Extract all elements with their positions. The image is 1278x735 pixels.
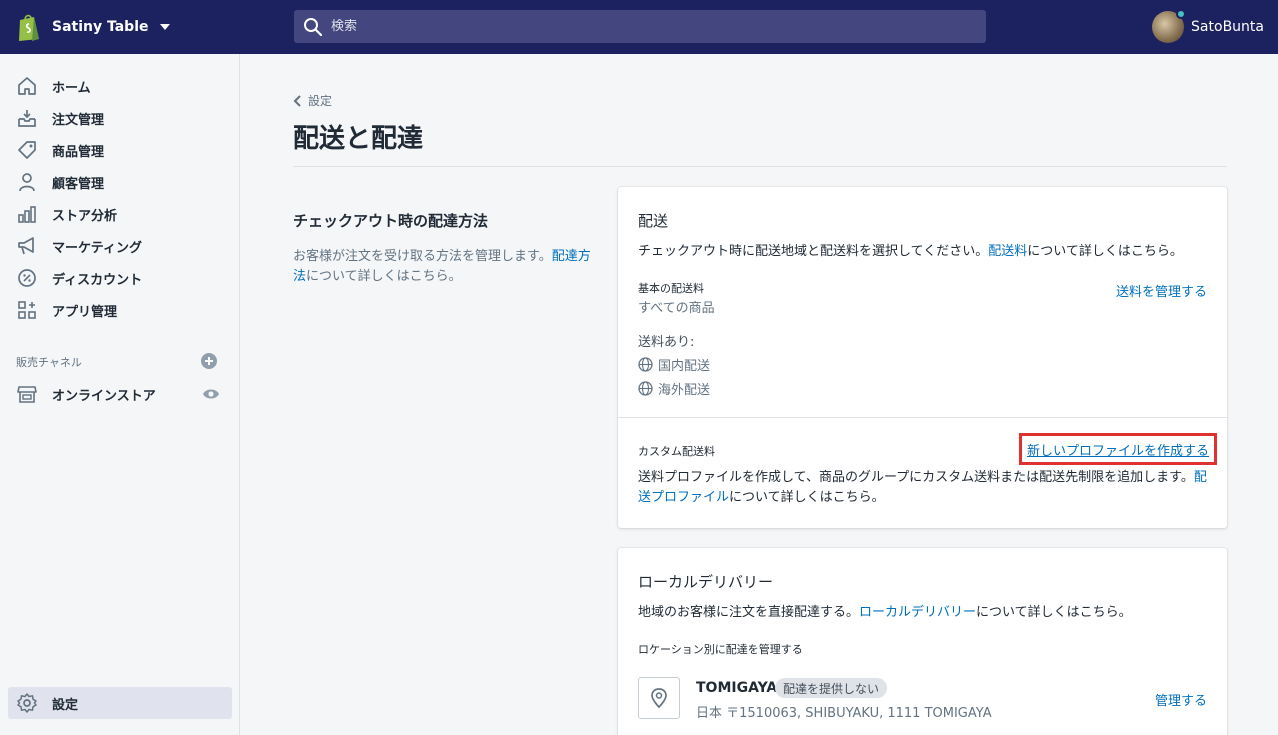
section-description: お客様が注文を受け取る方法を管理します。配達方法について詳しくはこちら。 bbox=[293, 247, 593, 287]
gear-icon bbox=[17, 693, 37, 713]
sidebar-item-online-store[interactable]: オンラインストア bbox=[8, 378, 232, 410]
sidebar-item-orders[interactable]: 注文管理 bbox=[8, 102, 232, 134]
avatar bbox=[1152, 8, 1187, 43]
sidebar-item-label: 注文管理 bbox=[52, 112, 105, 128]
local-desc-text: 地域のお客様に注文を直接配達する。 bbox=[638, 605, 860, 620]
store-name: Satiny Table bbox=[52, 19, 149, 35]
local-delivery-link[interactable]: ローカルデリバリー bbox=[859, 605, 976, 620]
person-icon bbox=[19, 173, 35, 192]
sidebar-item-discounts[interactable]: ディスカウント bbox=[8, 262, 232, 294]
sidebar-item-home[interactable]: ホーム bbox=[8, 70, 232, 102]
card-section-divider bbox=[618, 417, 1227, 418]
shipping-desc-suffix: について詳しくはこちら。 bbox=[1027, 244, 1183, 259]
online-status-dot bbox=[1176, 8, 1187, 19]
sidebar-item-label: オンラインストア bbox=[52, 388, 156, 404]
rate-domestic-label: 国内配送 bbox=[658, 359, 711, 374]
shipping-card: 配送 チェックアウト時に配送地域と配送料を選択してください。配送料について詳しく… bbox=[618, 187, 1227, 528]
shipping-card-description: チェックアウト時に配送地域と配送料を選択してください。配送料について詳しくはこち… bbox=[638, 240, 1183, 259]
location-address: 日本 〒1510063, SHIBUYAKU, 1111 TOMIGAYA bbox=[696, 706, 992, 721]
status-badge: 配達を提供しない bbox=[775, 678, 888, 698]
general-rates-subtitle: すべての商品 bbox=[638, 301, 715, 316]
create-profile-link[interactable]: 新しいプロファイルを作成する bbox=[1019, 433, 1217, 465]
header-divider bbox=[293, 166, 1227, 167]
discount-icon bbox=[18, 269, 36, 287]
page-title: 配送と配達 bbox=[293, 124, 424, 154]
search-bar[interactable] bbox=[294, 10, 986, 43]
shopify-logo-icon bbox=[19, 14, 39, 41]
by-location-title: ロケーション別に配達を管理する bbox=[638, 643, 803, 656]
custom-desc-suffix: について詳しくはこちら。 bbox=[729, 490, 885, 505]
add-channel-plus-icon[interactable] bbox=[200, 352, 218, 370]
home-icon bbox=[18, 77, 36, 95]
custom-rates-description: 送料プロファイルを作成して、商品のグループにカスタム送料または配送先制限を追加し… bbox=[638, 468, 1208, 508]
section-description-text: お客様が注文を受け取る方法を管理します。 bbox=[293, 249, 552, 264]
rate-international: 海外配送 bbox=[638, 379, 710, 398]
rates-label: 送料あり: bbox=[638, 335, 695, 350]
shipping-rates-link[interactable]: 配送料 bbox=[988, 244, 1027, 259]
custom-rates-title: カスタム配送料 bbox=[638, 445, 715, 458]
store-icon bbox=[17, 386, 37, 403]
sidebar-item-customers[interactable]: 顧客管理 bbox=[8, 166, 232, 198]
megaphone-icon bbox=[18, 237, 34, 255]
chart-icon bbox=[18, 206, 36, 223]
sidebar-item-label: 設定 bbox=[52, 697, 79, 713]
sidebar-item-label: ディスカウント bbox=[52, 272, 143, 288]
section-title: チェックアウト時の配達方法 bbox=[293, 212, 489, 230]
globe-icon bbox=[638, 381, 653, 396]
location-pin-icon bbox=[651, 688, 667, 709]
sidebar-item-label: 顧客管理 bbox=[52, 176, 105, 192]
local-delivery-title: ローカルデリバリー bbox=[638, 573, 774, 591]
search-input[interactable] bbox=[331, 19, 931, 34]
shipping-desc-text: チェックアウト時に配送地域と配送料を選択してください。 bbox=[638, 244, 989, 259]
location-thumbnail bbox=[638, 677, 680, 719]
sidebar-item-apps[interactable]: アプリ管理 bbox=[8, 294, 232, 326]
chevron-down-icon bbox=[159, 24, 170, 30]
sidebar-item-label: アプリ管理 bbox=[52, 304, 118, 320]
search-icon bbox=[304, 17, 323, 36]
custom-desc-text: 送料プロファイルを作成して、商品のグループにカスタム送料または配送先制限を追加し… bbox=[638, 470, 1194, 485]
sidebar: ホーム 注文管理 商品管理 顧客管理 ストア分析 マーケティング ディスカウント… bbox=[0, 54, 240, 735]
sidebar-item-label: ホーム bbox=[52, 80, 91, 96]
rate-international-label: 海外配送 bbox=[658, 383, 711, 398]
sidebar-item-label: ストア分析 bbox=[52, 208, 118, 224]
sidebar-item-products[interactable]: 商品管理 bbox=[8, 134, 232, 166]
sidebar-item-label: マーケティング bbox=[52, 240, 142, 256]
sidebar-item-settings[interactable]: 設定 bbox=[8, 687, 232, 719]
shipping-card-title: 配送 bbox=[638, 212, 669, 230]
sidebar-item-analytics[interactable]: ストア分析 bbox=[8, 198, 232, 230]
chevron-left-icon bbox=[293, 94, 301, 107]
orders-icon bbox=[18, 110, 36, 127]
apps-icon bbox=[18, 301, 36, 319]
local-delivery-card: ローカルデリバリー 地域のお客様に注文を直接配達する。ローカルデリバリーについて… bbox=[618, 548, 1227, 735]
manage-location-link[interactable]: 管理する bbox=[1155, 690, 1207, 709]
globe-icon bbox=[638, 357, 653, 372]
section-description-suffix: について詳しくはこちら。 bbox=[306, 269, 462, 284]
top-bar: Satiny Table SatoBunta bbox=[0, 0, 1278, 54]
eye-icon[interactable] bbox=[202, 385, 220, 403]
location-name: TOMIGAYA bbox=[696, 680, 778, 696]
manage-rates-link[interactable]: 送料を管理する bbox=[1116, 281, 1207, 300]
general-rates-title: 基本の配送料 bbox=[638, 282, 704, 295]
user-name: SatoBunta bbox=[1191, 18, 1264, 35]
create-profile-label: 新しいプロファイルを作成する bbox=[1026, 443, 1209, 459]
local-desc-suffix: について詳しくはこちら。 bbox=[976, 605, 1132, 620]
breadcrumb-label: 設定 bbox=[308, 94, 333, 108]
sales-channels-title: 販売チャネル bbox=[16, 356, 82, 369]
rate-domestic: 国内配送 bbox=[638, 355, 710, 374]
store-switcher[interactable]: Satiny Table bbox=[16, 10, 170, 44]
local-delivery-description: 地域のお客様に注文を直接配達する。ローカルデリバリーについて詳しくはこちら。 bbox=[638, 601, 1132, 620]
tag-icon bbox=[18, 141, 36, 159]
breadcrumb-back-link[interactable]: 設定 bbox=[293, 92, 332, 109]
user-menu[interactable]: SatoBunta bbox=[1152, 8, 1264, 43]
sidebar-item-label: 商品管理 bbox=[52, 144, 105, 160]
sidebar-item-marketing[interactable]: マーケティング bbox=[8, 230, 232, 262]
